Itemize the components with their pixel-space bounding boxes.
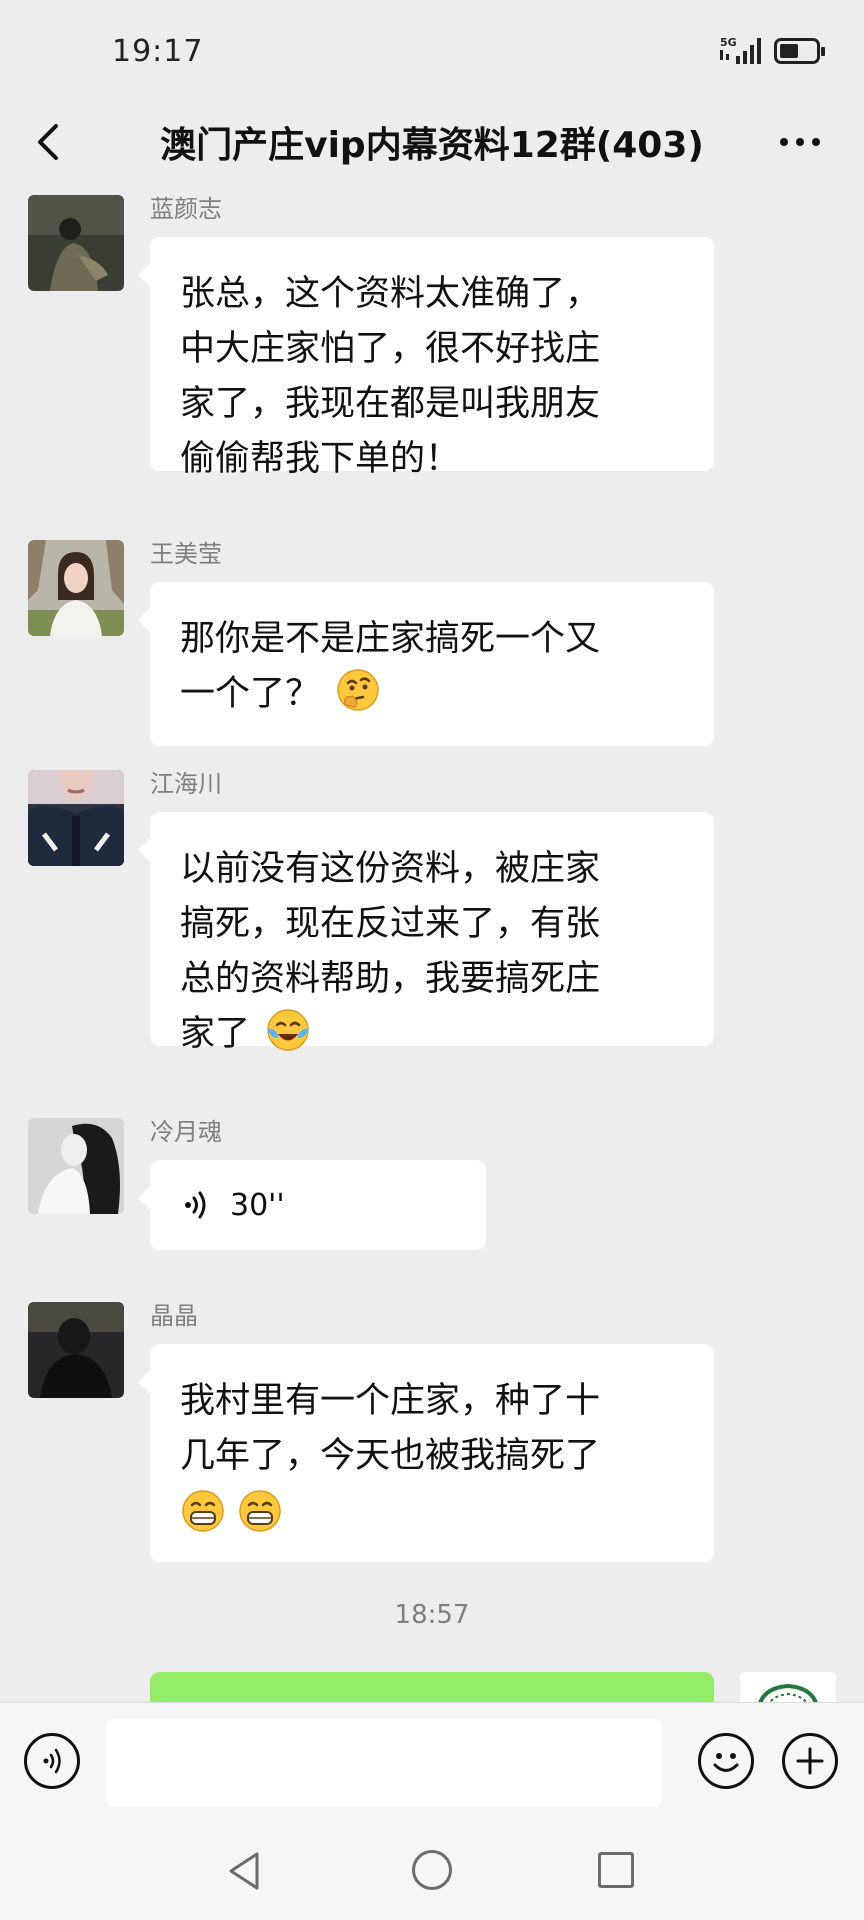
voice-wave-icon xyxy=(185,1191,206,1219)
message-bubble[interactable]: 我村里有一个庄家，种了十 几年了，今天也被我搞死了 xyxy=(138,1344,714,1562)
message-line: 偷偷帮我下单的！ xyxy=(180,439,461,479)
battery-icon xyxy=(774,38,825,64)
sender-name: 江海川 xyxy=(150,770,222,798)
cellular-signal-icon: 5G xyxy=(720,36,761,64)
sender-name: 冷月魂 xyxy=(150,1118,222,1146)
plus-icon xyxy=(796,1747,824,1775)
message-line: 一个了？ xyxy=(180,674,321,714)
status-time: 19:17 xyxy=(112,34,204,69)
chat-title: 澳门产庄vip内幕资料12群(403) xyxy=(160,125,704,166)
message-line: 我村里有一个庄家，种了十 xyxy=(180,1381,601,1421)
message-line: 家了 xyxy=(180,1014,251,1054)
nav-recents-icon[interactable] xyxy=(598,1852,634,1888)
battery-level xyxy=(780,44,798,58)
message-line: 那你是不是庄家搞死一个又 xyxy=(180,619,601,659)
nav-back-icon[interactable] xyxy=(225,1850,265,1892)
voice-duration: 30'' xyxy=(230,1187,285,1223)
emoji-button[interactable] xyxy=(698,1733,754,1789)
chat-header: 澳门产庄vip内幕资料12群(403) xyxy=(0,100,864,186)
message-line: 家了，我现在都是叫我朋友 xyxy=(180,384,601,424)
voice-message-bubble[interactable]: 30'' xyxy=(138,1160,486,1250)
voice-wave-icon xyxy=(43,1748,61,1774)
message-input[interactable] xyxy=(106,1719,662,1807)
thinking-face-emoji xyxy=(337,669,379,711)
message-line: 总的资料帮助，我要搞死庄 xyxy=(180,959,601,999)
status-bar: 19:17 5G xyxy=(0,0,864,100)
message-bubble[interactable]: 张总，这个资料太准确了， 中大庄家怕了，很不好找庄 家了，我现在都是叫我朋友 偷… xyxy=(138,237,714,479)
person-dark-avatar[interactable] xyxy=(28,1302,124,1398)
message-line: 以前没有这份资料，被庄家 xyxy=(180,849,601,889)
message-line: 中大庄家怕了，很不好找庄 xyxy=(180,329,601,369)
voice-input-button[interactable] xyxy=(24,1733,80,1789)
grinning-emoji xyxy=(239,1490,281,1532)
message-bubble[interactable]: 以前没有这份资料，被庄家 搞死，现在反过来了，有张 总的资料帮助，我要搞死庄 家… xyxy=(138,812,714,1054)
network-label: 5G xyxy=(720,36,737,49)
woman-outdoor-avatar[interactable] xyxy=(28,540,124,636)
sender-name: 蓝颜志 xyxy=(150,195,222,223)
nav-home-icon[interactable] xyxy=(412,1850,452,1890)
grinning-emoji xyxy=(182,1490,224,1532)
more-functions-button[interactable] xyxy=(782,1733,838,1789)
message-line: 搞死，现在反过来了，有张 xyxy=(180,904,601,944)
man-sitting-dark-avatar[interactable] xyxy=(28,195,124,291)
back-arrow-icon[interactable] xyxy=(30,114,74,170)
message-bubble[interactable]: 那你是不是庄家搞死一个又 一个了？ xyxy=(138,582,714,746)
input-bar xyxy=(0,1702,864,1823)
message-line: 张总，这个资料太准确了， xyxy=(180,274,601,314)
more-options-icon[interactable] xyxy=(770,114,830,170)
sender-name: 晶晶 xyxy=(150,1302,198,1330)
system-nav-bar xyxy=(0,1822,864,1920)
chat-timestamp: 18:57 xyxy=(394,1600,470,1630)
person-jacket-avatar[interactable] xyxy=(28,770,124,866)
woman-bw-avatar[interactable] xyxy=(28,1118,124,1214)
smiley-icon xyxy=(713,1753,739,1772)
message-line: 几年了，今天也被我搞死了 xyxy=(180,1436,601,1476)
sender-name: 王美莹 xyxy=(150,540,222,568)
crying-laughing-emoji xyxy=(267,1009,310,1051)
